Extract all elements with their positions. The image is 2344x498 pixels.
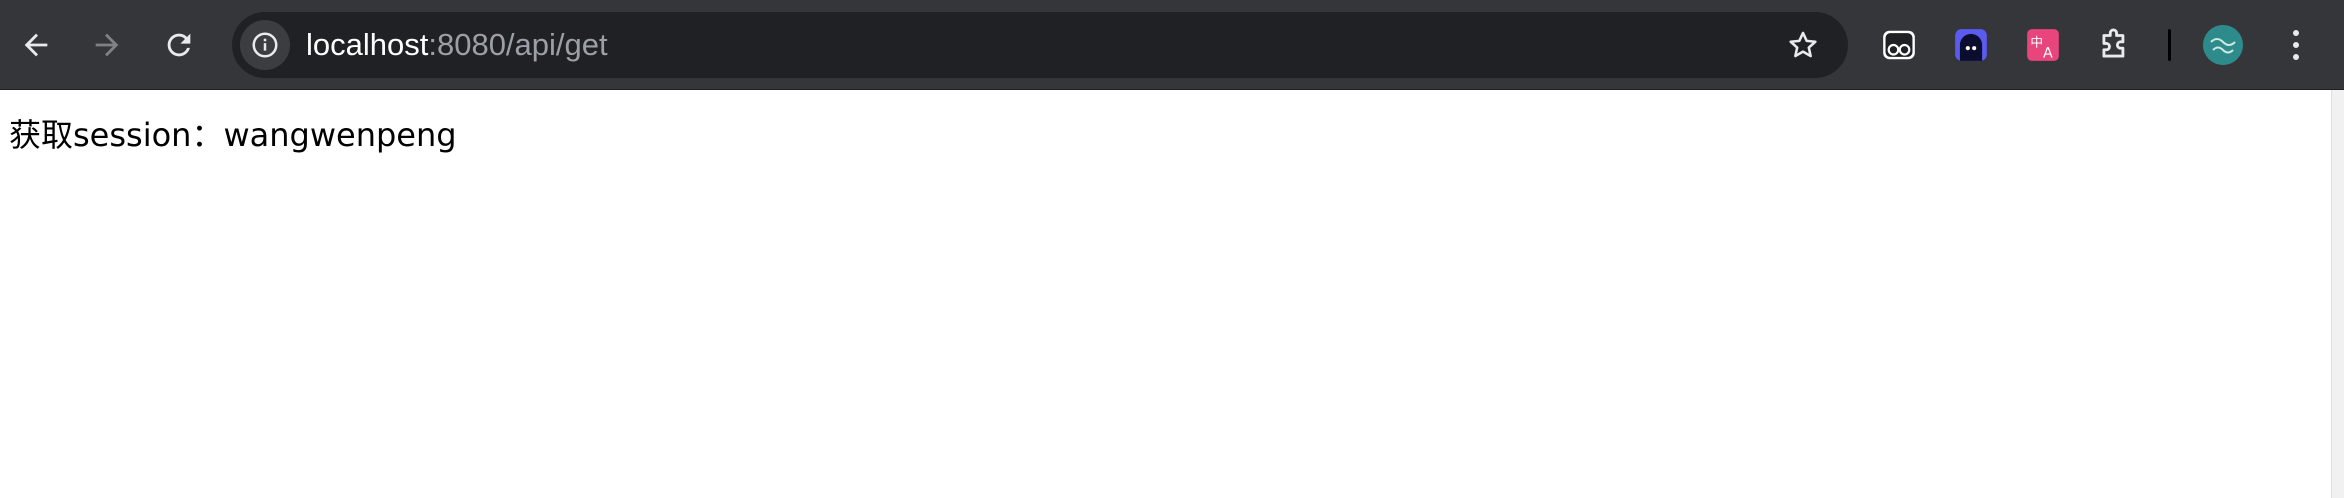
browser-toolbar: localhost:8080/api/get 中 A	[0, 0, 2344, 90]
back-button[interactable]	[12, 21, 60, 69]
svg-text:A: A	[2043, 46, 2053, 62]
scrollbar[interactable]	[2331, 90, 2344, 498]
session-text: 获取session：wangwenpeng	[9, 116, 457, 154]
star-icon[interactable]	[1786, 28, 1820, 62]
site-info-button[interactable]	[240, 20, 290, 70]
page-content: 获取session：wangwenpeng	[0, 90, 2344, 498]
arrow-right-icon	[95, 33, 119, 57]
ghost-extension-icon[interactable]	[1952, 26, 1990, 64]
reload-button[interactable]	[155, 21, 203, 69]
forward-button[interactable]	[83, 21, 131, 69]
arrow-left-icon	[24, 33, 48, 57]
toolbar-divider	[2168, 29, 2171, 61]
translate-extension-icon[interactable]: 中 A	[2024, 26, 2062, 64]
url-path: :8080/api/get	[428, 27, 608, 62]
address-bar[interactable]: localhost:8080/api/get	[232, 12, 1848, 78]
eyes-extension-icon[interactable]	[1880, 26, 1918, 64]
info-icon	[252, 32, 278, 58]
reload-icon	[167, 33, 191, 57]
url-host: localhost	[306, 27, 429, 62]
kebab-menu-icon[interactable]	[2278, 23, 2314, 67]
puzzle-extension-icon[interactable]	[2096, 26, 2134, 64]
url-text[interactable]: localhost:8080/api/get	[306, 12, 608, 78]
profile-avatar[interactable]	[2203, 25, 2243, 65]
svg-text:中: 中	[2030, 35, 2043, 50]
